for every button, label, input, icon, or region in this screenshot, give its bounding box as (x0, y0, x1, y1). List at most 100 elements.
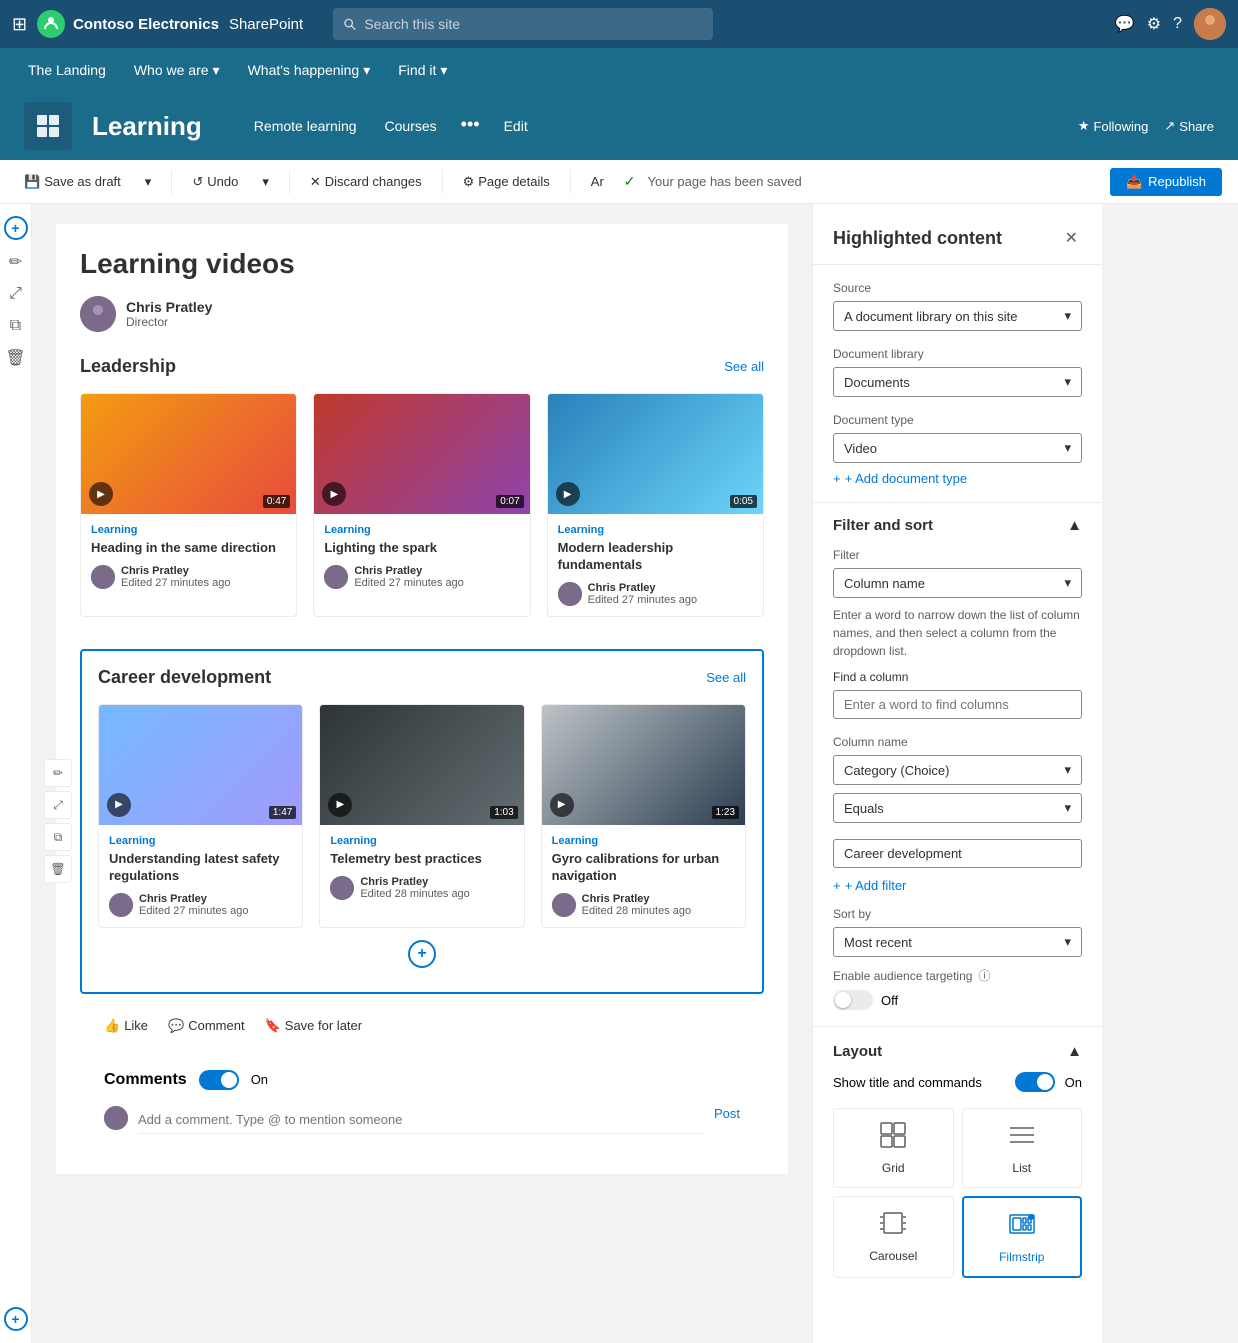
site-nav-item-who[interactable]: Who we are ▾ (122, 54, 232, 87)
find-column-input[interactable] (833, 690, 1082, 719)
equals-dropdown[interactable]: Equals ▾ (833, 793, 1082, 823)
card-author-name-2: Chris Pratley (354, 565, 463, 577)
play-icon-2[interactable]: ▶ (322, 482, 346, 506)
sort-by-dropdown[interactable]: Most recent ▾ (833, 927, 1082, 957)
save-for-later-button[interactable]: 🔖 Save for later (265, 1018, 363, 1034)
duration-4: 1:47 (269, 806, 296, 819)
brand-icon (37, 10, 65, 38)
play-icon-3[interactable]: ▶ (556, 482, 580, 506)
chat-icon[interactable]: 💬 (1115, 14, 1135, 34)
sidebar-move-icon[interactable]: ⤢ (2, 280, 30, 308)
layout-option-filmstrip[interactable]: Filmstrip (962, 1196, 1083, 1278)
waffle-icon[interactable]: ⊞ (12, 14, 27, 35)
add-section-bottom[interactable]: + (4, 1307, 28, 1331)
play-icon-5[interactable]: ▶ (328, 793, 352, 817)
source-dropdown[interactable]: A document library on this site ▾ (833, 301, 1082, 331)
section-move-btn[interactable]: ⤢ (44, 791, 72, 819)
sidebar-copy-icon[interactable]: ⧉ (2, 312, 30, 340)
card-thumb-5: ▶ 1:03 (320, 705, 523, 825)
audience-toggle-knob (835, 992, 851, 1008)
comments-toggle-label: On (251, 1072, 268, 1087)
add-section-top[interactable]: + (4, 216, 28, 240)
like-button[interactable]: 👍 Like (104, 1018, 148, 1034)
brand-logo[interactable]: Contoso Electronics (37, 10, 219, 38)
save-as-draft-button[interactable]: 💾 Save as draft (16, 170, 129, 194)
settings-icon[interactable]: ⚙ (1147, 14, 1161, 34)
edit-button[interactable]: Edit (492, 110, 540, 142)
card-tag-2: Learning (324, 524, 519, 536)
section-header-career: Career development See all (98, 667, 746, 688)
following-button[interactable]: ★ Following (1078, 118, 1149, 134)
star-icon: ★ (1078, 118, 1090, 134)
sidebar-edit-icon[interactable]: ✏ (2, 248, 30, 276)
show-title-toggle[interactable] (1015, 1072, 1055, 1092)
page-nav-courses[interactable]: Courses (373, 110, 449, 142)
add-inside-section[interactable]: + (408, 940, 436, 968)
undo-button[interactable]: ↺ Undo (184, 170, 246, 194)
share-icon: ↗ (1164, 118, 1175, 134)
search-input[interactable] (364, 16, 703, 32)
page-nav-remote-learning[interactable]: Remote learning (242, 110, 369, 142)
filter-dropdown[interactable]: Column name ▾ (833, 568, 1082, 598)
sidebar-delete-icon[interactable]: 🗑 (2, 344, 30, 372)
section-copy-btn[interactable]: ⧉ (44, 823, 72, 851)
list-label: List (1012, 1161, 1031, 1175)
comment-input[interactable] (138, 1106, 704, 1134)
add-filter-button[interactable]: + + Add filter (833, 878, 1082, 893)
library-dropdown[interactable]: Documents ▾ (833, 367, 1082, 397)
source-label: Source (833, 281, 1082, 295)
page-details-button[interactable]: ⚙ Page details (455, 170, 558, 194)
comment-button[interactable]: 💬 Comment (168, 1018, 245, 1034)
card-safety[interactable]: ▶ 1:47 Learning Understanding latest saf… (98, 704, 303, 928)
section-edit-btn[interactable]: ✏ (44, 759, 72, 787)
card-gyro[interactable]: ▶ 1:23 Learning Gyro calibrations for ur… (541, 704, 746, 928)
doctype-dropdown[interactable]: Video ▾ (833, 433, 1082, 463)
see-all-leadership[interactable]: See all (724, 359, 764, 374)
column-chevron-icon: ▾ (1064, 762, 1071, 778)
add-doc-type-button[interactable]: + + Add document type (833, 471, 1082, 486)
layout-option-grid[interactable]: Grid (833, 1108, 954, 1188)
draft-dropdown[interactable]: ▾ (137, 170, 160, 194)
card-heading-same[interactable]: ▶ 0:47 Learning Heading in the same dire… (80, 393, 297, 617)
post-button[interactable]: Post (714, 1106, 740, 1121)
user-avatar[interactable] (1194, 8, 1226, 40)
site-nav-item-find[interactable]: Find it ▾ (386, 54, 459, 87)
column-name-dropdown[interactable]: Category (Choice) ▾ (833, 755, 1082, 785)
panel-header: Highlighted content ✕ (813, 204, 1102, 265)
play-icon-4[interactable]: ▶ (107, 793, 131, 817)
site-nav-item-landing[interactable]: The Landing (16, 54, 118, 86)
help-icon[interactable]: ? (1173, 15, 1182, 33)
layout-section-header[interactable]: Layout ▲ (833, 1043, 1082, 1060)
search-box[interactable] (333, 8, 713, 40)
page-nav-more[interactable]: ••• (453, 110, 488, 142)
audience-toggle[interactable] (833, 990, 873, 1010)
layout-options: Grid List (833, 1108, 1082, 1278)
audience-targeting-section: Enable audience targeting ⓘ Off (833, 967, 1082, 1010)
see-all-career[interactable]: See all (706, 670, 746, 685)
show-title-label: Show title and commands (833, 1075, 982, 1090)
comments-toggle[interactable] (199, 1070, 239, 1090)
filter-sort-header[interactable]: Filter and sort ▲ (813, 503, 1102, 548)
card-telemetry[interactable]: ▶ 1:03 Learning Telemetry best practices (319, 704, 524, 928)
card-modern-leadership[interactable]: ▶ 0:05 Learning Modern leadership fundam… (547, 393, 764, 617)
layout-option-list[interactable]: List (962, 1108, 1083, 1188)
auto-save-button[interactable]: Ar (583, 170, 612, 193)
grid-icon (879, 1121, 907, 1155)
play-icon[interactable]: ▶ (89, 482, 113, 506)
panel-doctype-section: Document type Video ▾ + + Add document t… (813, 413, 1102, 502)
layout-option-carousel[interactable]: Carousel (833, 1196, 954, 1278)
discard-button[interactable]: ✕ Discard changes (302, 170, 430, 194)
undo-dropdown[interactable]: ▾ (254, 170, 277, 194)
section-title-leadership: Leadership (80, 356, 176, 377)
republish-button[interactable]: 📤 Republish (1110, 168, 1222, 196)
card-lighting[interactable]: ▶ 0:07 Learning Lighting the spark (313, 393, 530, 617)
share-button[interactable]: ↗ Share (1164, 118, 1214, 134)
section-delete-btn[interactable]: 🗑 (44, 855, 72, 883)
play-icon-6[interactable]: ▶ (550, 793, 574, 817)
toolbar-divider-3 (442, 170, 443, 194)
page-icon (24, 102, 72, 150)
toggle-knob (221, 1072, 237, 1088)
filter-value-input[interactable] (833, 839, 1082, 868)
panel-close-button[interactable]: ✕ (1061, 224, 1082, 252)
site-nav-item-happening[interactable]: What's happening ▾ (236, 54, 383, 87)
